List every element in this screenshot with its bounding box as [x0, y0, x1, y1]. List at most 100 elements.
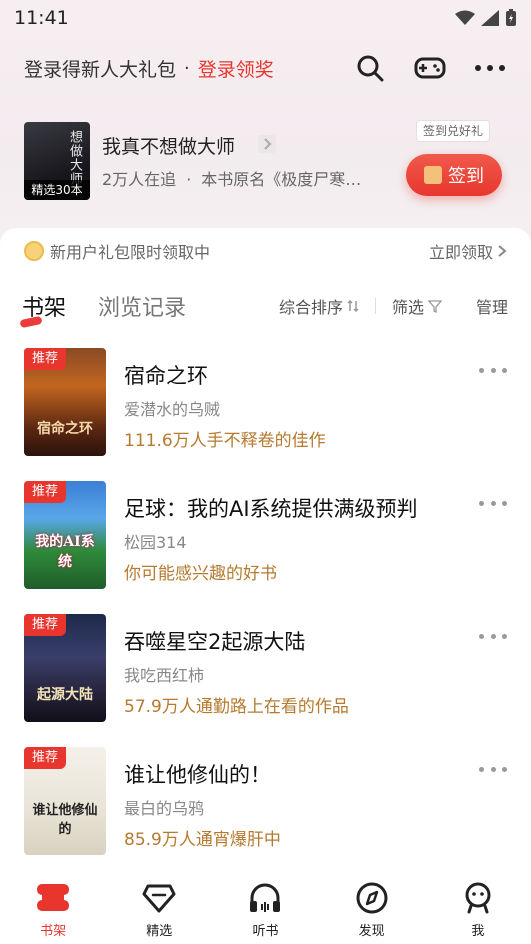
- promo-chevron-icon: [258, 135, 276, 153]
- nav-me[interactable]: 我: [438, 882, 518, 939]
- book-author: 最白的乌鸦: [124, 799, 205, 818]
- book-cover[interactable]: 起源大陆 推荐: [24, 614, 106, 722]
- nav-bookshelf[interactable]: 书架: [13, 882, 93, 939]
- bookshelf-panel: 新用户礼包限时领取中 立即领取 书架 浏览记录 综合排序 筛选 管理 宿命之环 …: [0, 228, 531, 944]
- nav-featured-label: 精选: [146, 924, 173, 939]
- recommend-badge: 推荐: [24, 747, 66, 769]
- book-title[interactable]: 谁让他修仙的！: [124, 759, 271, 789]
- bottom-nav: 书架 精选 听书 发现 我: [0, 870, 531, 944]
- book-cover[interactable]: 我的AI系统 推荐: [24, 481, 106, 589]
- filter-label: 筛选: [391, 298, 424, 317]
- book-list: 宿命之环 推荐 宿命之环 爱潜水的乌贼 111.6万人手不释卷的佳作 我的AI系…: [24, 348, 507, 880]
- promo-followers: 2万人在追: [102, 170, 177, 189]
- book-cover-text: 宿命之环: [37, 421, 93, 437]
- game-button[interactable]: [413, 51, 447, 85]
- book-cover[interactable]: 宿命之环 推荐: [24, 348, 106, 456]
- login-promo-text[interactable]: 登录得新人大礼包: [24, 55, 176, 82]
- promo-cover-tag: 精选30本: [24, 180, 90, 200]
- book-cover-text: 起源大陆: [37, 687, 93, 703]
- headphones-icon: [250, 883, 281, 912]
- sign-hint-badge: 签到兑好礼: [416, 120, 491, 142]
- shelf-tools: 综合排序 筛选 管理: [279, 294, 508, 318]
- sort-label: 综合排序: [278, 298, 343, 317]
- profile-icon: [465, 882, 491, 914]
- nav-featured[interactable]: 精选: [119, 882, 199, 939]
- recommend-badge: 推荐: [24, 481, 66, 503]
- nav-discover[interactable]: 发现: [332, 882, 412, 939]
- wifi-icon: [455, 10, 475, 25]
- book-item[interactable]: 我的AI系统 推荐 足球：我的AI系统提供满级预判 松园314 你可能感兴趣的好…: [24, 481, 507, 614]
- status-time: 11:41: [14, 7, 69, 29]
- header: 登录得新人大礼包 · 登录领奖: [24, 48, 507, 88]
- sort-button[interactable]: 综合排序: [279, 294, 359, 318]
- gift-icon: [424, 166, 442, 184]
- coin-icon: [24, 241, 44, 261]
- promo-subtitle: 2万人在追 · 本书原名《极度尸寒…: [102, 166, 402, 190]
- diamond-icon: [142, 884, 176, 913]
- nav-listen-label: 听书: [252, 924, 279, 939]
- search-icon: [357, 55, 384, 82]
- tool-divider: [374, 298, 376, 314]
- book-cover-text: 我的AI系统: [35, 534, 95, 570]
- book-more-button[interactable]: [479, 759, 507, 779]
- more-button[interactable]: [473, 51, 507, 85]
- book-tagline: 85.9万人通宵爆肝中: [124, 830, 281, 850]
- nav-me-label: 我: [471, 924, 485, 939]
- battery-icon: [506, 9, 516, 26]
- login-reward-link[interactable]: 登录领奖: [198, 55, 274, 82]
- manage-button[interactable]: 管理: [476, 294, 508, 318]
- recommend-badge: 推荐: [24, 348, 66, 370]
- recommend-badge: 推荐: [24, 614, 66, 636]
- book-item[interactable]: 谁让他修仙的 推荐 谁让他修仙的！ 最白的乌鸦 85.9万人通宵爆肝中: [24, 747, 507, 880]
- book-cover[interactable]: 谁让他修仙的 推荐: [24, 747, 106, 855]
- shelf-tabs: 书架 浏览记录 综合排序 筛选 管理: [19, 288, 508, 329]
- book-tagline: 57.9万人通勤路上在看的作品: [124, 697, 349, 717]
- book-title[interactable]: 吞噬星空2起源大陆: [124, 626, 305, 656]
- tab-bookshelf-label: 书架: [22, 296, 67, 321]
- promo-cover[interactable]: 想做大师 精选30本: [24, 122, 90, 200]
- claim-now-label: 立即领取: [428, 243, 493, 262]
- sign-in-button[interactable]: 签到: [406, 154, 502, 196]
- status-bar: 11:41: [0, 0, 531, 36]
- book-author: 我吃西红柿: [124, 666, 205, 685]
- book-title[interactable]: 宿命之环: [124, 360, 208, 390]
- filter-button[interactable]: 筛选: [392, 294, 442, 318]
- book-item[interactable]: 起源大陆 推荐 吞噬星空2起源大陆 我吃西红柿 57.9万人通勤路上在看的作品: [24, 614, 507, 747]
- book-more-button[interactable]: [479, 626, 507, 646]
- chevron-right-icon: [498, 245, 507, 257]
- promo-title[interactable]: 我真不想做大师: [102, 132, 235, 159]
- promo-original-name: 本书原名《极度尸寒…: [201, 170, 362, 189]
- claim-now-link[interactable]: 立即领取: [429, 239, 507, 263]
- header-actions: [353, 51, 507, 85]
- book-title[interactable]: 足球：我的AI系统提供满级预判: [124, 493, 418, 523]
- promo-sub-dot: ·: [186, 170, 192, 189]
- featured-book-promo[interactable]: 想做大师 精选30本 我真不想做大师 2万人在追 · 本书原名《极度尸寒… 签到兑好…: [24, 120, 507, 204]
- book-more-button[interactable]: [479, 360, 507, 380]
- sign-in-label: 签到: [448, 166, 484, 187]
- header-dot: ·: [184, 57, 190, 79]
- filter-icon: [427, 300, 442, 313]
- nav-listen[interactable]: 听书: [225, 882, 305, 939]
- new-user-banner[interactable]: 新用户礼包限时领取中 立即领取: [24, 238, 507, 264]
- tab-bookshelf[interactable]: 书架: [19, 290, 67, 329]
- more-icon: [475, 65, 505, 71]
- compass-icon: [356, 882, 388, 914]
- status-icons: [455, 9, 517, 27]
- book-more-button[interactable]: [479, 493, 507, 513]
- sort-icon: [347, 299, 359, 313]
- nav-discover-label: 发现: [358, 924, 385, 939]
- book-tagline: 111.6万人手不释卷的佳作: [124, 431, 326, 451]
- promo-cover-title: 想做大师: [67, 130, 82, 186]
- book-tagline: 你可能感兴趣的好书: [124, 564, 277, 584]
- bookshelf-icon: [37, 884, 70, 911]
- book-author: 爱潜水的乌贼: [124, 400, 221, 419]
- book-author: 松园314: [124, 533, 187, 552]
- new-user-text: 新用户礼包限时领取中: [50, 243, 211, 262]
- book-cover-text: 谁让他修仙的: [32, 803, 98, 837]
- signal-icon: [481, 10, 499, 26]
- tab-history[interactable]: 浏览记录: [98, 290, 186, 322]
- gamepad-icon: [414, 57, 446, 79]
- search-button[interactable]: [353, 51, 387, 85]
- book-item[interactable]: 宿命之环 推荐 宿命之环 爱潜水的乌贼 111.6万人手不释卷的佳作: [24, 348, 507, 481]
- nav-bookshelf-label: 书架: [40, 924, 67, 939]
